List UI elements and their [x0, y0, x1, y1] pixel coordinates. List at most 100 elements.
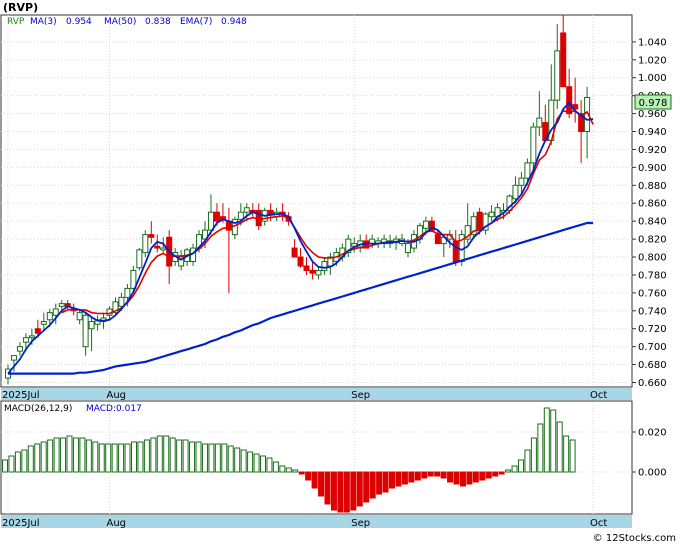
macd-bar	[253, 453, 260, 473]
macd-bar	[389, 471, 395, 489]
macd-bar	[182, 439, 189, 473]
macd-bar	[279, 465, 286, 473]
ticker-title: (RVP)	[3, 1, 38, 14]
macd-bar	[401, 471, 408, 485]
candle-body	[321, 261, 328, 271]
macd-bar	[176, 439, 183, 473]
macd-tick-label: 0.020	[638, 428, 667, 439]
macd-bar	[227, 445, 234, 473]
price-tick-label: 0.680	[638, 360, 667, 371]
candle-body	[422, 220, 429, 229]
macd-bar	[537, 423, 544, 473]
macd-bar	[363, 471, 370, 503]
macd-bar	[447, 471, 454, 483]
legend-rvp: RVP	[7, 17, 25, 27]
macd-bar	[189, 441, 196, 473]
macd-bar	[434, 471, 441, 477]
candle-body	[52, 308, 59, 316]
candle-body	[76, 312, 83, 321]
candle-body	[452, 240, 459, 263]
macd-bar	[105, 443, 112, 473]
month-label: Oct	[590, 518, 607, 529]
candle-body	[560, 32, 567, 88]
macd-bar	[369, 471, 376, 499]
macd-bar	[260, 455, 266, 473]
candle-body	[309, 269, 316, 274]
macd-bar	[124, 443, 131, 473]
macd-bar	[343, 471, 350, 513]
candle-body	[488, 211, 495, 218]
macd-bar	[195, 441, 202, 473]
macd-bar	[111, 443, 118, 473]
macd-bar	[98, 443, 105, 473]
macd-bar	[414, 471, 421, 481]
macd-bar	[505, 469, 512, 473]
macd-bar	[214, 443, 221, 473]
macd-bar	[479, 471, 486, 481]
macd-bar	[137, 441, 144, 473]
macd-bar	[221, 443, 228, 473]
month-label: 2025Jul	[2, 518, 40, 529]
price-tick-label: 0.700	[638, 342, 667, 353]
price-panel	[0, 14, 633, 388]
macd-bar	[350, 471, 357, 511]
candle-body	[434, 234, 441, 245]
macd-bar	[201, 443, 208, 473]
price-tick-label: 0.720	[638, 324, 667, 335]
candle-body	[518, 177, 525, 186]
macd-bar	[356, 471, 363, 507]
macd-bar	[34, 443, 41, 473]
macd-bar	[492, 471, 499, 477]
macd-bar	[569, 439, 576, 473]
macd-bar	[292, 469, 299, 473]
candle	[142, 230, 149, 258]
candle-body	[297, 256, 304, 267]
legend-ema7-value: 0.948	[221, 17, 247, 27]
candle-body	[34, 328, 41, 334]
macd-bar	[550, 409, 557, 473]
candle-body	[136, 249, 143, 269]
candle-body	[243, 207, 250, 213]
macd-bar	[8, 455, 15, 473]
macd-bar	[266, 457, 273, 473]
macd-bar	[66, 435, 73, 473]
macd-bar	[285, 467, 292, 473]
macd-bar	[543, 407, 550, 473]
candle-body	[566, 86, 573, 115]
price-tick-label: 0.920	[638, 145, 667, 156]
candle-body	[82, 314, 89, 348]
macd-bar	[459, 471, 466, 487]
macd-bar	[311, 471, 318, 489]
price-tick-label: 0.820	[638, 235, 667, 246]
price-tick-label: 0.840	[638, 217, 667, 228]
macd-legend-value: MACD:0.017	[86, 404, 142, 414]
macd-bar	[2, 459, 8, 473]
candle-body	[315, 269, 322, 276]
copyright: © 12Stocks.com	[593, 533, 676, 544]
macd-bar	[27, 445, 34, 473]
macd-legend-label: MACD(26,12,9)	[4, 404, 72, 414]
legend-ma50-label: MA(50)	[104, 17, 136, 27]
price-tick-label: 1.000	[638, 73, 667, 84]
candle-body	[28, 335, 35, 339]
macd-bar	[131, 441, 137, 473]
macd-bar	[85, 439, 92, 473]
month-label: Sep	[351, 518, 370, 529]
macd-bar	[156, 435, 163, 473]
macd-bar	[143, 439, 150, 473]
price-tick-label: 0.740	[638, 306, 667, 317]
month-label: Oct	[590, 390, 607, 401]
candle-body	[22, 337, 29, 343]
macd-bar	[324, 471, 331, 505]
month-label: Aug	[106, 390, 126, 401]
macd-bar	[498, 471, 505, 475]
macd-bar	[21, 449, 28, 473]
macd-bar	[47, 439, 54, 473]
macd-bar	[453, 471, 460, 485]
macd-bar	[247, 451, 254, 473]
candle-body	[536, 117, 543, 128]
macd-bar	[150, 437, 157, 473]
macd-bar	[298, 471, 305, 475]
candle-body	[237, 211, 244, 220]
legend-ma3-label: MA(3)	[30, 17, 57, 27]
